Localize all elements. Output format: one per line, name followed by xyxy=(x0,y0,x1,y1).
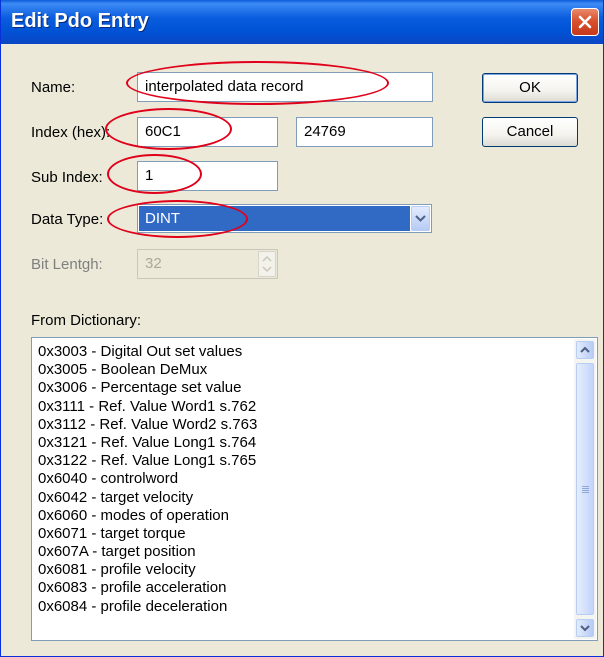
list-item[interactable]: 0x3122 - Ref. Value Long1 s.765 xyxy=(38,452,571,470)
list-item[interactable]: 0x3112 - Ref. Value Word2 s.763 xyxy=(38,416,571,434)
cancel-button[interactable]: Cancel xyxy=(482,117,578,147)
data-type-dropdown-button[interactable] xyxy=(411,206,430,231)
dictionary-scrollbar[interactable] xyxy=(574,339,596,639)
list-item[interactable]: 0x607A - target position xyxy=(38,543,571,561)
list-item[interactable]: 0x6083 - profile acceleration xyxy=(38,579,571,597)
list-item[interactable]: 0x6071 - target torque xyxy=(38,525,571,543)
list-item[interactable]: 0x3111 - Ref. Value Word1 s.762 xyxy=(38,398,571,416)
index-decimal-input[interactable]: 24769 xyxy=(296,117,433,147)
list-item[interactable]: 0x6081 - profile velocity xyxy=(38,561,571,579)
name-label: Name: xyxy=(31,79,76,96)
grip-line xyxy=(582,488,589,489)
data-type-label: Data Type: xyxy=(31,211,104,228)
chevron-down-icon xyxy=(415,215,426,222)
list-item[interactable]: 0x3003 - Digital Out set values xyxy=(38,343,571,361)
close-button[interactable] xyxy=(571,8,599,36)
from-dictionary-label: From Dictionary: xyxy=(31,312,142,329)
ok-button[interactable]: OK xyxy=(482,73,578,103)
grip-line xyxy=(582,486,589,487)
list-item[interactable]: 0x6040 - controlword xyxy=(38,470,571,488)
grip-line xyxy=(582,492,589,493)
edit-pdo-entry-dialog: Edit Pdo Entry Name: interpolated data r… xyxy=(0,0,604,657)
close-x-icon xyxy=(578,15,592,29)
dictionary-list[interactable]: 0x3003 - Digital Out set values 0x3005 -… xyxy=(31,337,598,641)
index-label: Index (hex): xyxy=(31,124,111,141)
name-input[interactable]: interpolated data record xyxy=(137,72,433,102)
bit-length-value: 32 xyxy=(145,255,162,272)
scroll-thumb[interactable] xyxy=(576,363,594,615)
list-item[interactable]: 0x6060 - modes of operation xyxy=(38,507,571,525)
bit-length-label: Bit Lentgh: xyxy=(31,256,103,273)
list-item[interactable]: 0x3006 - Percentage set value xyxy=(38,379,571,397)
scroll-up-icon xyxy=(580,346,590,353)
data-type-select[interactable]: DINT xyxy=(137,204,432,233)
list-item[interactable]: 0x3005 - Boolean DeMux xyxy=(38,361,571,379)
dictionary-items: 0x3003 - Digital Out set values 0x3005 -… xyxy=(38,343,571,616)
sub-index-label: Sub Index: xyxy=(31,169,103,186)
dialog-title: Edit Pdo Entry xyxy=(11,10,149,32)
scroll-up-button[interactable] xyxy=(576,341,594,359)
data-type-selected-value: DINT xyxy=(139,206,410,231)
list-item[interactable]: 0x3121 - Ref. Value Long1 s.764 xyxy=(38,434,571,452)
index-hex-input[interactable]: 60C1 xyxy=(137,117,278,147)
list-item[interactable]: 0x6084 - profile deceleration xyxy=(38,598,571,616)
bit-length-spinner xyxy=(258,251,276,277)
grip-line xyxy=(582,490,589,491)
list-item[interactable]: 0x6042 - target velocity xyxy=(38,489,571,507)
title-bar[interactable]: Edit Pdo Entry xyxy=(1,0,603,44)
spin-arrows-icon xyxy=(262,255,272,273)
scroll-down-icon xyxy=(580,625,590,632)
sub-index-input[interactable]: 1 xyxy=(137,161,278,191)
bit-length-input: 32 xyxy=(137,249,278,279)
scroll-down-button[interactable] xyxy=(576,619,594,637)
